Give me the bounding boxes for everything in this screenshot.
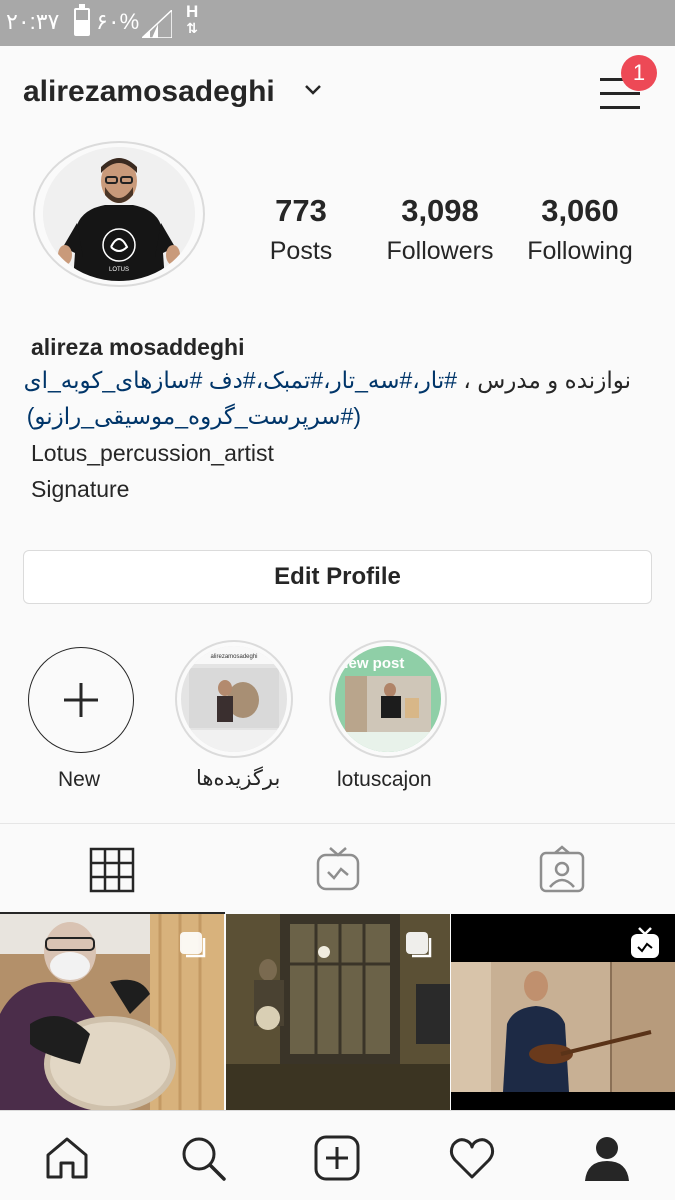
status-bar: ۲۰:۳۷ ۶۰% H ⇅ — [0, 0, 675, 46]
tab-tagged[interactable] — [537, 845, 587, 895]
profile-icon[interactable] — [582, 1133, 632, 1183]
bio-text: نوازنده و مدرس ، — [463, 367, 631, 393]
bio-hashtags[interactable]: #تار،#سه_تار،#تمبک،#دف #سازهای_کوبه_ای — [24, 367, 457, 393]
highlight-label: برگزیده‌ها — [196, 767, 281, 790]
stat-value: 773 — [275, 193, 327, 228]
signal-icon — [142, 10, 172, 38]
highlight-ring: alirezamosadeghi — [175, 640, 293, 758]
add-post-icon[interactable] — [312, 1133, 362, 1183]
notification-badge: 1 — [621, 55, 657, 91]
battery-icon — [74, 4, 90, 36]
post-thumbnail[interactable] — [451, 914, 675, 1110]
avatar[interactable]: LOTUS — [33, 141, 205, 287]
highlight-new-circle — [28, 647, 134, 753]
avatar-photo: LOTUS — [43, 147, 195, 281]
stat-label: Followers — [386, 237, 494, 265]
bottom-nav — [0, 1110, 675, 1200]
highlight-cover: alirezamosadeghi — [181, 646, 287, 752]
highlight-cover: New post — [335, 646, 441, 752]
highlight-item[interactable]: New post — [329, 640, 447, 758]
igtv-icon — [631, 927, 659, 958]
svg-text:LOTUS: LOTUS — [109, 267, 129, 273]
profile-full-name: alireza mosaddeghi — [31, 334, 245, 360]
stat-value: 3,060 — [541, 193, 619, 228]
stat-value: 3,098 — [401, 193, 479, 228]
search-icon[interactable] — [178, 1133, 228, 1183]
stat-following[interactable]: 3,060 Following — [520, 193, 640, 266]
highlight-new[interactable] — [28, 647, 134, 753]
stat-label: Posts — [269, 237, 333, 265]
profile-username[interactable]: alirezamosadeghi — [23, 75, 275, 109]
post-thumbnail[interactable] — [0, 914, 224, 1110]
highlight-label: New — [58, 768, 101, 791]
highlight-label: lotuscajon — [337, 768, 432, 791]
highlight-cover-text: New post — [338, 655, 405, 672]
carousel-icon — [406, 932, 432, 958]
stat-posts[interactable]: 773 Posts — [261, 193, 341, 266]
battery-percent: ۶۰% — [96, 9, 140, 34]
tagged-icon — [539, 845, 585, 893]
stat-followers[interactable]: 3,098 Followers — [380, 193, 500, 266]
network-indicator: H ⇅ — [186, 2, 199, 36]
edit-profile-button[interactable]: Edit Profile — [23, 550, 652, 604]
carousel-icon — [180, 932, 206, 958]
highlight-ring: New post — [329, 640, 447, 758]
highlight-cover-text: alirezamosadeghi — [210, 654, 257, 660]
status-time: ۲۰:۳۷ — [6, 9, 60, 34]
stat-label: Following — [527, 237, 633, 265]
divider — [0, 823, 675, 824]
igtv-icon — [316, 847, 360, 891]
bio-hashtag-group[interactable]: (#سرپرست_گروه_موسیقی_رازنو) — [27, 403, 361, 430]
highlight-item[interactable]: alirezamosadeghi — [175, 640, 293, 758]
heart-icon[interactable] — [447, 1133, 497, 1183]
bio-line: Signature — [31, 476, 130, 502]
plus-icon — [64, 683, 98, 717]
home-icon[interactable] — [42, 1133, 92, 1183]
tab-igtv[interactable] — [313, 845, 363, 895]
bio-line: Lotus_percussion_artist — [31, 440, 274, 466]
bio-line: نوازنده و مدرس ، #تار،#سه_تار،#تمبک،#دف … — [24, 367, 631, 394]
grid-icon — [89, 847, 135, 893]
tab-grid[interactable] — [87, 845, 137, 895]
post-thumbnail[interactable] — [226, 914, 450, 1110]
chevron-down-icon[interactable] — [304, 84, 322, 96]
